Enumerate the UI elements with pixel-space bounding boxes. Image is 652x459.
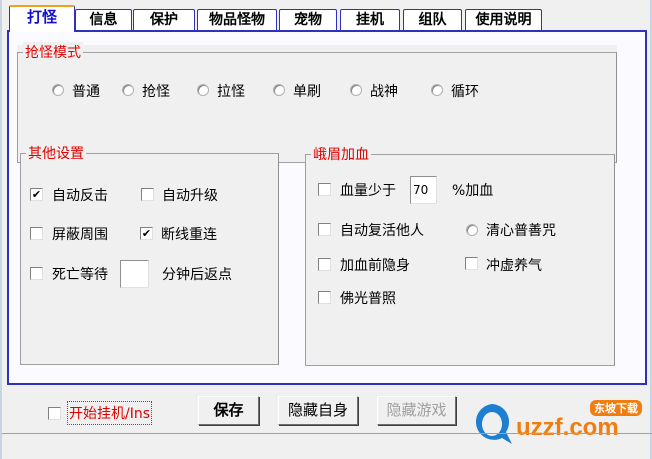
checkbox-label: 冲虚养气	[486, 258, 542, 274]
radio-label: 清心普善咒	[486, 223, 556, 239]
checkbox-label: 佛光普照	[340, 291, 396, 307]
radio-loop[interactable]	[431, 84, 443, 96]
save-button[interactable]: 保存	[198, 396, 259, 425]
status-bar	[2, 433, 652, 459]
auto-counter-checkbox[interactable]: ✔	[30, 188, 43, 201]
logo-badge: 东坡下载	[590, 400, 642, 416]
checkbox-label: 自动升级	[162, 188, 218, 204]
radio-label: 战神	[370, 84, 398, 100]
radio-label: 普通	[72, 84, 100, 100]
tab-protect[interactable]: 保护	[133, 9, 195, 31]
auto-revive-checkbox[interactable]	[318, 223, 331, 236]
stealth-checkbox[interactable]	[318, 258, 331, 271]
group-title: 抢怪模式	[23, 42, 83, 62]
tab-info[interactable]: 信息	[75, 9, 132, 31]
foguang-checkbox[interactable]	[318, 291, 331, 304]
radio-label: 循环	[451, 84, 479, 100]
radio-label: 拉怪	[217, 84, 245, 100]
other-settings-group: 其他设置	[20, 143, 279, 365]
radio-warrior[interactable]	[350, 84, 362, 96]
group-title: 其他设置	[26, 143, 86, 163]
radio-label: 单刷	[293, 84, 321, 100]
checkbox-label: 屏蔽周围	[52, 227, 108, 243]
auto-upgrade-checkbox[interactable]	[141, 188, 154, 201]
block-around-checkbox[interactable]	[30, 227, 43, 240]
hp-below-checkbox[interactable]	[318, 183, 331, 196]
radio-solo[interactable]	[273, 84, 285, 96]
hide-self-button[interactable]: 隐藏自身	[278, 396, 358, 425]
checkbox-label: 死亡等待	[52, 267, 108, 283]
radio-grab[interactable]	[122, 84, 134, 96]
hp-threshold-input[interactable]: 70	[410, 176, 437, 204]
radio-label: 抢怪	[142, 84, 170, 100]
reconnect-checkbox[interactable]: ✔	[140, 227, 153, 240]
tab-afk[interactable]: 挂机	[340, 9, 400, 31]
hp-suffix: %加血	[452, 183, 494, 199]
checkbox-label: 血量少于	[340, 183, 396, 199]
checkbox-label: 断线重连	[161, 227, 217, 243]
checkbox-label: 加血前隐身	[340, 258, 410, 274]
death-wait-checkbox[interactable]	[30, 267, 43, 280]
tab-daguai[interactable]: 打怪	[9, 5, 75, 32]
checkbox-label: 自动复活他人	[340, 223, 424, 239]
hide-game-button: 隐藏游戏	[377, 396, 456, 425]
checkbox-label: 自动反击	[52, 188, 108, 204]
start-afk-label[interactable]: 开始挂机/Ins	[66, 401, 153, 425]
tab-team[interactable]: 组队	[403, 9, 462, 31]
tab-pet[interactable]: 宠物	[279, 9, 337, 31]
start-afk-checkbox[interactable]	[48, 407, 61, 420]
tab-help[interactable]: 使用说明	[465, 9, 542, 31]
group-title: 峨眉加血	[311, 144, 371, 164]
qingxin-radio[interactable]	[466, 224, 478, 236]
death-wait-input[interactable]	[120, 260, 149, 288]
chongxu-checkbox[interactable]	[465, 257, 478, 270]
tab-items[interactable]: 物品怪物	[197, 9, 277, 31]
radio-normal[interactable]	[52, 84, 64, 96]
death-wait-suffix: 分钟后返点	[162, 267, 232, 283]
radio-pull[interactable]	[197, 84, 209, 96]
